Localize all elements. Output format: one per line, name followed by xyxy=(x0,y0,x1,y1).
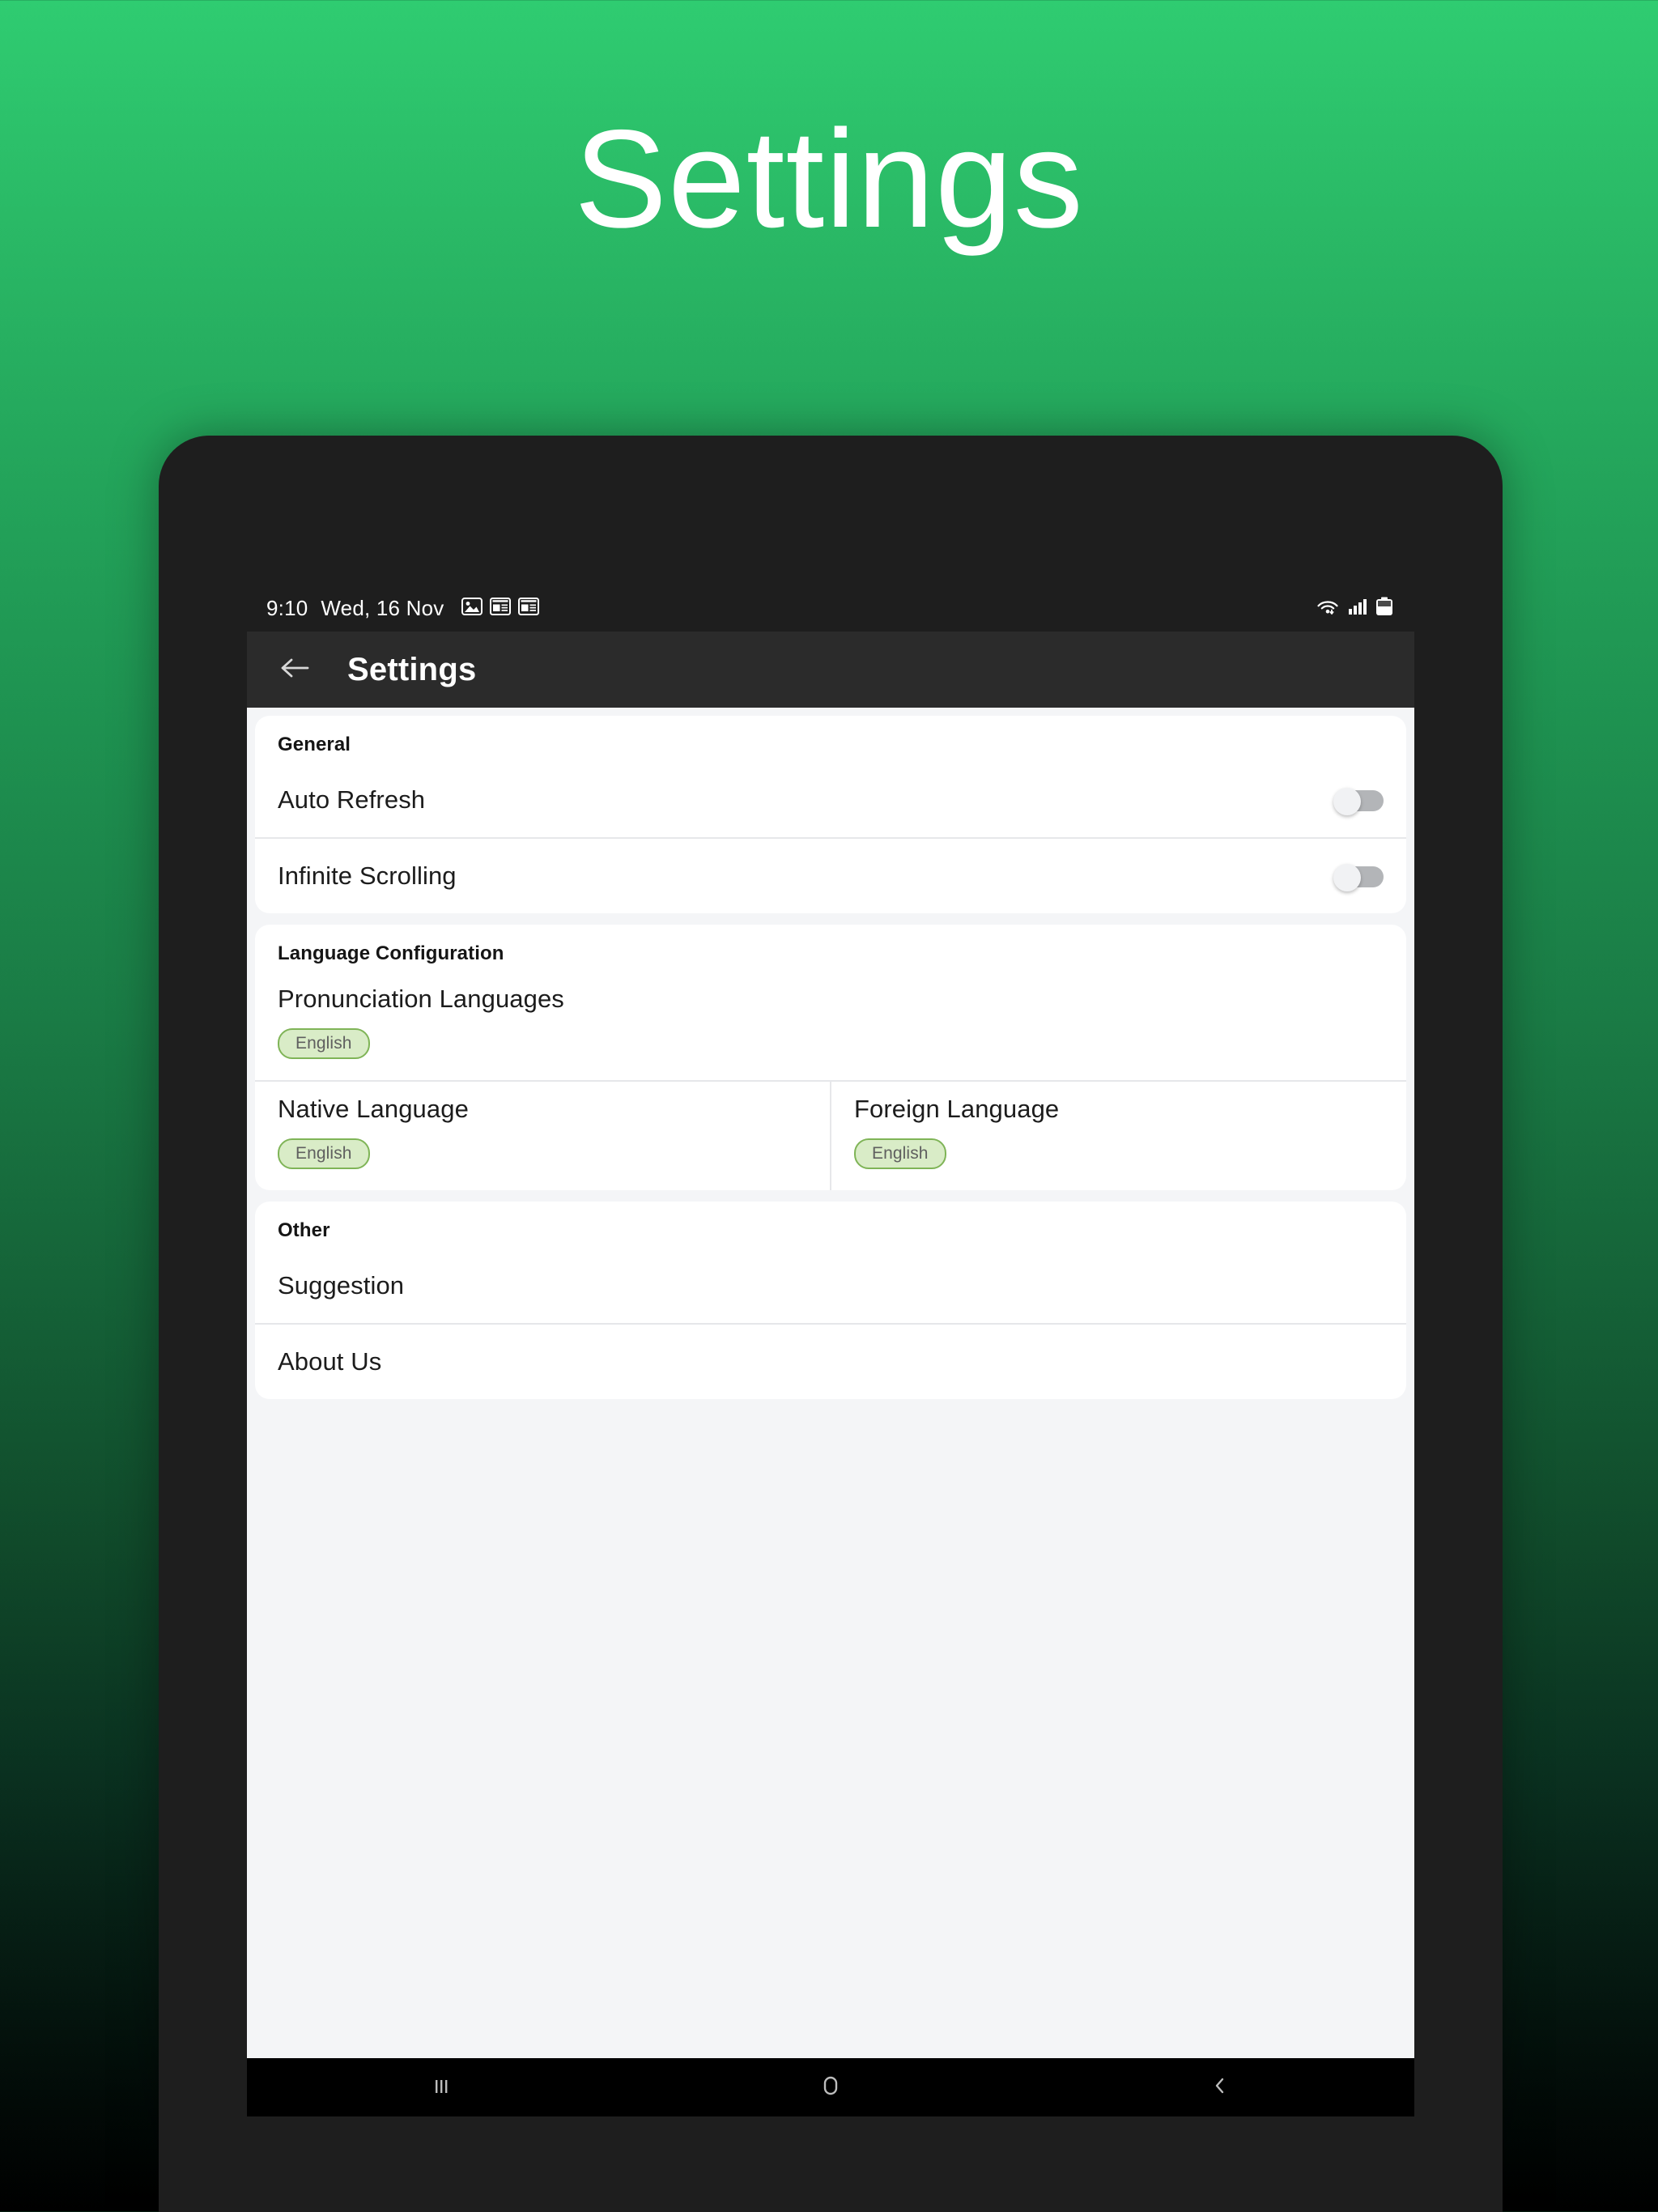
device-screen: 9:10 Wed, 16 Nov Settings General Auto R… xyxy=(247,585,1414,2116)
row-about-us[interactable]: About Us xyxy=(255,1325,1406,1399)
cellular-signal-icon xyxy=(1348,598,1367,619)
toggle-auto-refresh[interactable] xyxy=(1333,788,1384,815)
section-header-general: General xyxy=(278,734,351,755)
battery-icon xyxy=(1375,597,1393,620)
back-button[interactable] xyxy=(271,646,318,693)
row-label-infinite-scrolling: Infinite Scrolling xyxy=(278,861,457,890)
section-language-configuration: Language Configuration Pronunciation Lan… xyxy=(255,925,1406,1190)
android-navigation-bar xyxy=(247,2058,1414,2116)
news-article-icon xyxy=(518,597,540,619)
back-chevron-icon xyxy=(1208,2074,1232,2102)
row-infinite-scrolling[interactable]: Infinite Scrolling xyxy=(255,839,1406,913)
row-label-about-us: About Us xyxy=(278,1347,382,1376)
chip-row-native: English xyxy=(278,1138,807,1169)
row-auto-refresh[interactable]: Auto Refresh xyxy=(255,763,1406,837)
status-bar-left: 9:10 Wed, 16 Nov xyxy=(266,595,540,621)
chip-row-foreign: English xyxy=(854,1138,1384,1169)
chip-pronunciation-english[interactable]: English xyxy=(278,1028,370,1059)
image-icon xyxy=(461,597,483,619)
row-suggestion[interactable]: Suggestion xyxy=(255,1249,1406,1323)
status-bar-time: 9:10 xyxy=(266,595,308,620)
row-foreign-language[interactable]: Foreign Language English xyxy=(831,1082,1406,1190)
label-native-language: Native Language xyxy=(278,1095,469,1123)
chip-row-pronunciation: English xyxy=(278,1028,1384,1059)
label-pronunciation-languages: Pronunciation Languages xyxy=(278,985,564,1013)
chip-foreign-english[interactable]: English xyxy=(854,1138,946,1169)
section-other: Other Suggestion About Us xyxy=(255,1202,1406,1399)
toggle-thumb xyxy=(1333,788,1361,815)
chip-native-english[interactable]: English xyxy=(278,1138,370,1169)
section-header-language-configuration: Language Configuration xyxy=(278,942,504,964)
row-native-language[interactable]: Native Language English xyxy=(255,1082,830,1190)
toggle-infinite-scrolling[interactable] xyxy=(1333,864,1384,891)
row-label-suggestion: Suggestion xyxy=(278,1271,405,1300)
home-button[interactable] xyxy=(766,2058,895,2116)
back-arrow-icon xyxy=(278,656,311,684)
recent-apps-icon xyxy=(429,2074,453,2102)
news-article-icon xyxy=(490,597,512,619)
status-bar-date: Wed, 16 Nov xyxy=(321,595,444,620)
status-bar-notification-icons xyxy=(461,597,540,619)
section-general: General Auto Refresh Infinite Scrolling xyxy=(255,716,1406,913)
settings-scroll-area[interactable]: General Auto Refresh Infinite Scrolling xyxy=(247,708,1414,2058)
wifi-icon xyxy=(1316,597,1340,620)
label-foreign-language: Foreign Language xyxy=(854,1095,1060,1123)
toggle-thumb xyxy=(1333,864,1361,891)
language-split-row: Native Language English Foreign Language… xyxy=(255,1082,1406,1190)
home-circle-icon xyxy=(817,2072,844,2104)
row-label-auto-refresh: Auto Refresh xyxy=(278,785,426,814)
page-title: Settings xyxy=(574,101,1084,257)
recent-apps-button[interactable] xyxy=(376,2058,506,2116)
section-header-other: Other xyxy=(278,1219,330,1241)
status-bar-right xyxy=(1316,597,1393,620)
app-bar: Settings xyxy=(247,632,1414,708)
app-bar-title: Settings xyxy=(347,651,477,687)
status-bar: 9:10 Wed, 16 Nov xyxy=(247,585,1414,632)
row-pronunciation-languages[interactable]: Pronunciation Languages English xyxy=(255,972,1406,1080)
device-frame: 9:10 Wed, 16 Nov Settings General Auto R… xyxy=(159,436,1503,2212)
back-button-nav[interactable] xyxy=(1155,2058,1285,2116)
